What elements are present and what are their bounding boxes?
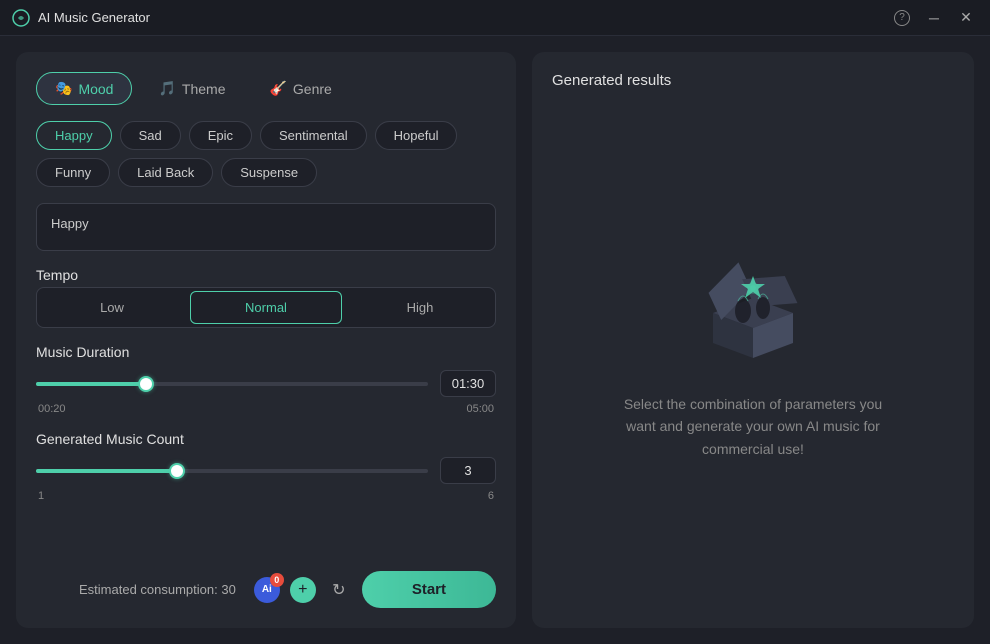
tab-genre[interactable]: 🎸 Genre	[251, 72, 349, 105]
count-min: 1	[38, 490, 44, 502]
genre-tab-icon: 🎸	[269, 80, 286, 97]
tab-genre-label: Genre	[293, 81, 332, 97]
tempo-normal[interactable]: Normal	[190, 291, 342, 324]
count-section: Generated Music Count 3 1 6	[36, 431, 496, 502]
close-button[interactable]: ✕	[954, 6, 978, 30]
mood-text-field[interactable]: Happy	[36, 203, 496, 251]
tab-mood[interactable]: 🎭 Mood	[36, 72, 132, 105]
count-slider-row: 3	[36, 457, 496, 484]
mood-sentimental[interactable]: Sentimental	[260, 121, 367, 150]
duration-slider-row: 01:30	[36, 370, 496, 397]
tab-theme-label: Theme	[182, 81, 226, 97]
duration-min: 00:20	[38, 403, 66, 415]
duration-fill	[36, 382, 146, 386]
empty-state-text: Select the combination of parameters you…	[623, 393, 883, 460]
mood-tab-icon: 🎭	[55, 80, 72, 97]
start-button[interactable]: Start	[362, 571, 496, 608]
count-max: 6	[488, 490, 494, 502]
duration-max: 05:00	[466, 403, 494, 415]
mood-laid-back[interactable]: Laid Back	[118, 158, 213, 187]
duration-slider[interactable]	[36, 374, 428, 394]
mood-sad[interactable]: Sad	[120, 121, 181, 150]
app-title: AI Music Generator	[38, 10, 894, 25]
mood-happy[interactable]: Happy	[36, 121, 112, 150]
ai-badge[interactable]: Ai 0	[254, 577, 280, 603]
ai-count-badge: 0	[270, 573, 284, 587]
count-fill	[36, 469, 177, 473]
titlebar: AI Music Generator ? ─ ✕	[0, 0, 990, 36]
empty-state: Select the combination of parameters you…	[552, 105, 954, 608]
ai-badge-label: Ai	[262, 584, 272, 595]
tempo-high[interactable]: High	[345, 288, 495, 327]
tempo-low[interactable]: Low	[37, 288, 187, 327]
mood-funny[interactable]: Funny	[36, 158, 110, 187]
tab-theme[interactable]: 🎵 Theme	[140, 72, 243, 105]
tab-mood-label: Mood	[78, 81, 113, 97]
tempo-buttons: Low Normal High	[36, 287, 496, 328]
tempo-label: Tempo	[36, 267, 496, 283]
add-credits-button[interactable]: +	[290, 577, 316, 603]
count-track	[36, 469, 428, 473]
app-icon	[12, 9, 30, 27]
count-label: Generated Music Count	[36, 431, 496, 447]
left-panel: 🎭 Mood 🎵 Theme 🎸 Genre Happy Sad Epic Se…	[16, 52, 516, 628]
duration-label: Music Duration	[36, 344, 496, 360]
right-panel: Generated results	[532, 52, 974, 628]
results-title: Generated results	[552, 72, 954, 89]
theme-tab-icon: 🎵	[158, 80, 175, 97]
count-range: 1 6	[36, 490, 496, 502]
duration-range: 00:20 05:00	[36, 403, 496, 415]
bottom-controls: Estimated consumption: 30 Ai 0 + ↻ Start	[36, 571, 496, 608]
help-button[interactable]: ?	[894, 10, 910, 26]
tempo-section: Tempo Low Normal High	[36, 267, 496, 328]
mood-hopeful[interactable]: Hopeful	[375, 121, 458, 150]
minimize-button[interactable]: ─	[922, 6, 946, 30]
mood-suspense[interactable]: Suspense	[221, 158, 317, 187]
main-content: 🎭 Mood 🎵 Theme 🎸 Genre Happy Sad Epic Se…	[0, 36, 990, 644]
duration-value: 01:30	[440, 370, 496, 397]
count-thumb[interactable]	[169, 463, 185, 479]
consumption-text: Estimated consumption: 30	[79, 582, 236, 597]
refresh-button[interactable]: ↻	[326, 577, 352, 603]
count-value: 3	[440, 457, 496, 484]
count-slider[interactable]	[36, 461, 428, 481]
box-illustration	[693, 253, 813, 373]
window-controls: ─ ✕	[922, 6, 978, 30]
duration-track	[36, 382, 428, 386]
tabs-container: 🎭 Mood 🎵 Theme 🎸 Genre	[36, 72, 496, 105]
mood-grid: Happy Sad Epic Sentimental Hopeful Funny…	[36, 121, 496, 187]
duration-section: Music Duration 01:30 00:20 05:00	[36, 344, 496, 415]
duration-thumb[interactable]	[138, 376, 154, 392]
mood-epic[interactable]: Epic	[189, 121, 252, 150]
